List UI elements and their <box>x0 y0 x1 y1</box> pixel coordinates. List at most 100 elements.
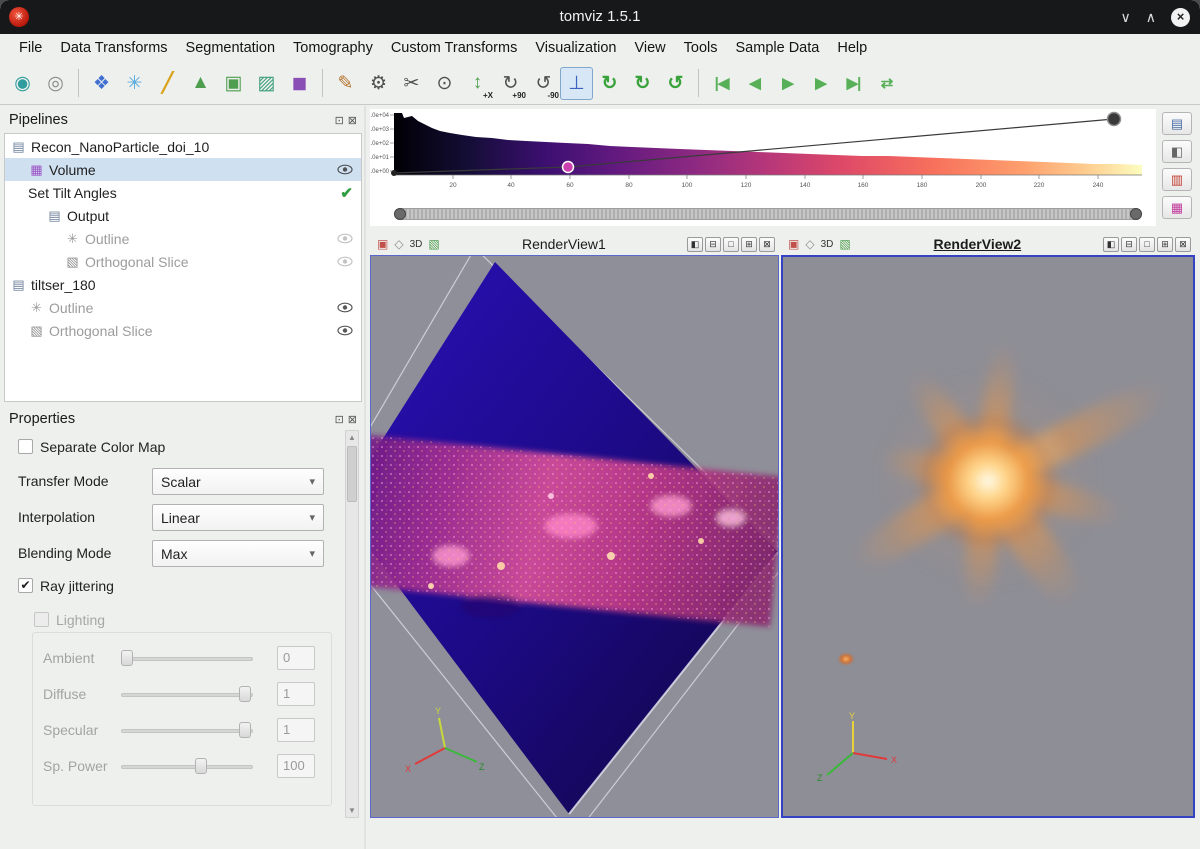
menu-custom-transforms[interactable]: Custom Transforms <box>382 37 527 59</box>
specular-power-slider[interactable] <box>121 757 253 775</box>
menu-tools[interactable]: Tools <box>675 37 727 59</box>
scrollbar-thumb[interactable] <box>347 446 357 502</box>
open-data-button[interactable]: ◉ <box>6 67 39 100</box>
close-button[interactable]: × <box>1171 8 1190 27</box>
properties-scrollbar[interactable]: ▲ ▼ <box>345 430 359 818</box>
split-vertical-button[interactable]: ⊟ <box>705 237 721 252</box>
blending-mode-select[interactable]: Max ▾ <box>152 540 324 567</box>
add-volume-button[interactable]: ▣ <box>217 67 250 100</box>
toggle-axes-button[interactable]: ⊥ <box>560 67 593 100</box>
histogram-plot[interactable]: 1.0e+04 1.0e+03 1.0e+02 1.0e+01 1.0e+00 … <box>370 109 1156 205</box>
scroll-down-icon[interactable]: ▼ <box>346 804 358 817</box>
transfer-mode-select[interactable]: Scalar ▾ <box>152 468 324 495</box>
box-widget-button[interactable]: ◧ <box>1162 140 1192 163</box>
lighting-checkbox[interactable] <box>34 612 49 627</box>
camera-icon[interactable]: ▣ <box>377 237 388 251</box>
colormap-settings-button[interactable]: ⚙ <box>362 67 395 100</box>
close-view-button[interactable]: ⊠ <box>759 237 775 252</box>
render-view-2-canvas[interactable]: Y X Z <box>781 255 1195 818</box>
previous-frame-button[interactable]: ◀ <box>738 67 771 100</box>
diffuse-slider[interactable] <box>121 685 253 703</box>
color-presets-button[interactable]: ▦ <box>1162 196 1192 219</box>
save-colormap-button[interactable]: ▥ <box>1162 168 1192 191</box>
menu-view[interactable]: View <box>625 37 674 59</box>
axes-cube-icon[interactable]: ▧ <box>428 237 439 251</box>
panel-splitter[interactable] <box>364 106 366 849</box>
visibility-eye-icon[interactable] <box>337 164 353 175</box>
visibility-eye-icon[interactable] <box>337 256 353 267</box>
minimize-button[interactable]: ∨ <box>1121 9 1131 26</box>
stop-rotation-button[interactable]: ↺ <box>659 67 692 100</box>
maximize-view-button[interactable]: □ <box>723 237 739 252</box>
ruler-button[interactable]: ╱ <box>151 67 184 100</box>
maximize-button[interactable]: ∧ <box>1146 9 1156 26</box>
colormap-alpha-strip[interactable] <box>394 208 1142 220</box>
zoom-to-box-button[interactable]: ⊙ <box>428 67 461 100</box>
visibility-eye-icon[interactable] <box>337 325 353 336</box>
first-frame-button[interactable]: |◀ <box>705 67 738 100</box>
dock-close-button[interactable]: ⊠ <box>348 413 357 426</box>
pipeline-row-outline[interactable]: ✳ Outline <box>5 227 361 250</box>
pipeline-row-volume[interactable]: ▦ Volume <box>5 158 361 181</box>
pipeline-row-slice[interactable]: ▧ Orthogonal Slice <box>5 250 361 273</box>
pipeline-row-output[interactable]: ▤ Output <box>5 204 361 227</box>
menu-tomography[interactable]: Tomography <box>284 37 382 59</box>
custom-transform-button[interactable]: ✎ <box>329 67 362 100</box>
range-handle-min[interactable] <box>394 208 406 220</box>
separate-colormap-checkbox[interactable] <box>18 439 33 454</box>
pipeline-row-dataset[interactable]: ▤ tiltser_180 <box>5 273 361 296</box>
last-frame-button[interactable]: ▶| <box>837 67 870 100</box>
add-threshold-button[interactable]: ◼ <box>283 67 316 100</box>
crop-button[interactable]: ✂ <box>395 67 428 100</box>
ambient-value[interactable]: 0 <box>277 646 315 670</box>
specular-slider[interactable] <box>121 721 253 739</box>
menu-help[interactable]: Help <box>828 37 876 59</box>
generate-data-button[interactable]: ❖ <box>85 67 118 100</box>
rotate-camera-loop-button[interactable]: ↻ <box>626 67 659 100</box>
interact-mode-icon[interactable]: ◇ <box>805 237 814 251</box>
camera-icon[interactable]: ▣ <box>788 237 799 251</box>
split-horizontal-button[interactable]: ◧ <box>1103 237 1119 252</box>
detach-view-button[interactable]: ⊞ <box>1157 237 1173 252</box>
specular-value[interactable]: 1 <box>277 718 315 742</box>
pipeline-row-operator[interactable]: Set Tilt Angles ✔ <box>5 181 361 204</box>
open-stack-button[interactable]: ◎ <box>39 67 72 100</box>
pipeline-row-dataset[interactable]: ▤ Recon_NanoParticle_doi_10 <box>5 135 361 158</box>
opacity-node-end[interactable] <box>1108 113 1121 126</box>
detach-view-button[interactable]: ⊞ <box>741 237 757 252</box>
specular-power-value[interactable]: 100 <box>277 754 315 778</box>
ambient-slider[interactable] <box>121 649 253 667</box>
maximize-view-button[interactable]: □ <box>1139 237 1155 252</box>
histogram-options-button[interactable]: ▤ <box>1162 112 1192 135</box>
menu-data-transforms[interactable]: Data Transforms <box>51 37 176 59</box>
interpolation-select[interactable]: Linear ▾ <box>152 504 324 531</box>
menu-visualization[interactable]: Visualization <box>526 37 625 59</box>
pipeline-row-outline[interactable]: ✳ Outline <box>5 296 361 319</box>
visibility-eye-icon[interactable] <box>337 233 353 244</box>
axes-cube-icon[interactable]: ▧ <box>839 237 850 251</box>
add-contour-button[interactable]: ▲ <box>184 67 217 100</box>
diffuse-value[interactable]: 1 <box>277 682 315 706</box>
menu-segmentation[interactable]: Segmentation <box>177 37 284 59</box>
rotate-camera-button[interactable]: ↻ <box>593 67 626 100</box>
split-horizontal-button[interactable]: ◧ <box>687 237 703 252</box>
interact-mode-icon[interactable]: ◇ <box>394 237 403 251</box>
close-view-button[interactable]: ⊠ <box>1175 237 1191 252</box>
opacity-node-start[interactable] <box>391 170 397 176</box>
menu-file[interactable]: File <box>10 37 51 59</box>
dock-close-button[interactable]: ⊠ <box>348 114 357 127</box>
visibility-eye-icon[interactable] <box>337 302 353 313</box>
render-view-1-canvas[interactable]: Y X Z <box>370 255 779 818</box>
next-frame-button[interactable]: ▶ <box>804 67 837 100</box>
range-handle-max[interactable] <box>1130 208 1142 220</box>
dock-float-button[interactable]: ⊡ <box>335 413 344 426</box>
loop-button[interactable]: ⇄ <box>870 67 903 100</box>
align-x-axis-button[interactable]: ↕+X <box>461 67 494 100</box>
add-slice-button[interactable]: ▨ <box>250 67 283 100</box>
dock-float-button[interactable]: ⊡ <box>335 114 344 127</box>
ray-jittering-checkbox[interactable]: ✔ <box>18 578 33 593</box>
random-shapes-button[interactable]: ✳ <box>118 67 151 100</box>
rotate-plus-90-button[interactable]: ↻+90 <box>494 67 527 100</box>
colormap-node[interactable] <box>563 162 574 173</box>
play-button[interactable]: ▶ <box>771 67 804 100</box>
